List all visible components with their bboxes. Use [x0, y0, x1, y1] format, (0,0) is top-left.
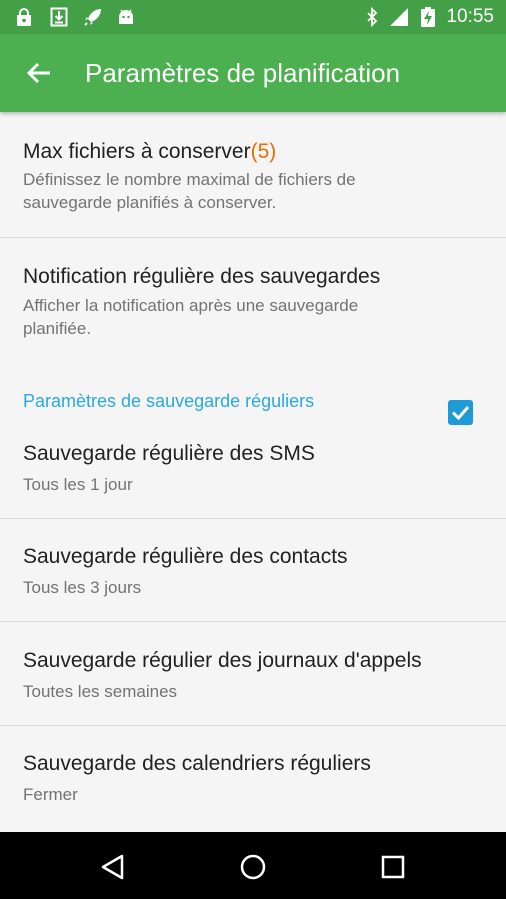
calendar-backup-title: Sauvegarde des calendriers réguliers [23, 752, 371, 775]
max-files-title: Max fichiers à conserver(5) [23, 140, 277, 163]
sms-backup-subtitle: Tous les 1 jour [23, 475, 133, 494]
calendar-backup-subtitle: Fermer [23, 785, 78, 804]
bluetooth-icon [367, 7, 378, 27]
sms-backup-title: Sauvegarde régulière des SMS [23, 442, 315, 465]
battery-charging-icon [421, 7, 435, 27]
back-triangle-icon[interactable] [98, 852, 128, 882]
settings-list: Max fichiers à conserver(5) Définissez l… [0, 112, 506, 832]
lock-icon [17, 8, 31, 26]
status-time: 10:55 [446, 6, 494, 27]
contacts-backup-subtitle: Tous les 3 jours [23, 578, 142, 597]
max-files-subtitle: Définissez le nombre maximal de fichiers… [23, 170, 356, 212]
recents-square-icon[interactable] [378, 852, 408, 882]
status-bar: 10:55 [0, 0, 506, 34]
contacts-backup-setting[interactable]: Sauvegarde régulière des contacts Tous l… [0, 519, 506, 621]
notification-setting[interactable]: Notification régulière des sauvegardes A… [0, 238, 506, 348]
app-bar: Paramètres de planification [0, 34, 506, 112]
signal-icon [390, 8, 408, 26]
arrow-back-icon[interactable] [22, 56, 56, 90]
max-files-value: (5) [250, 140, 277, 163]
notification-title: Notification régulière des sauvegardes [23, 265, 381, 288]
max-files-setting[interactable]: Max fichiers à conserver(5) Définissez l… [0, 112, 506, 237]
rocket-icon [84, 9, 101, 26]
calendar-backup-setting[interactable]: Sauvegarde des calendriers réguliers Fer… [0, 726, 506, 832]
call-logs-backup-subtitle: Toutes les semaines [23, 682, 178, 701]
download-icon [50, 7, 68, 27]
notification-subtitle: Afficher la notification après une sauve… [23, 296, 359, 338]
call-logs-backup-setting[interactable]: Sauvegarde régulier des journaux d'appel… [0, 622, 506, 725]
android-icon [119, 9, 133, 24]
page-title: Paramètres de planification [85, 58, 401, 88]
section-header: Paramètres de sauvegarde réguliers [23, 391, 315, 411]
call-logs-backup-title: Sauvegarde régulier des journaux d'appel… [23, 649, 422, 672]
sms-backup-setting[interactable]: Sauvegarde régulière des SMS Tous les 1 … [0, 415, 506, 518]
navigation-bar [0, 832, 506, 899]
contacts-backup-title: Sauvegarde régulière des contacts [23, 545, 348, 568]
home-circle-icon[interactable] [238, 852, 268, 882]
